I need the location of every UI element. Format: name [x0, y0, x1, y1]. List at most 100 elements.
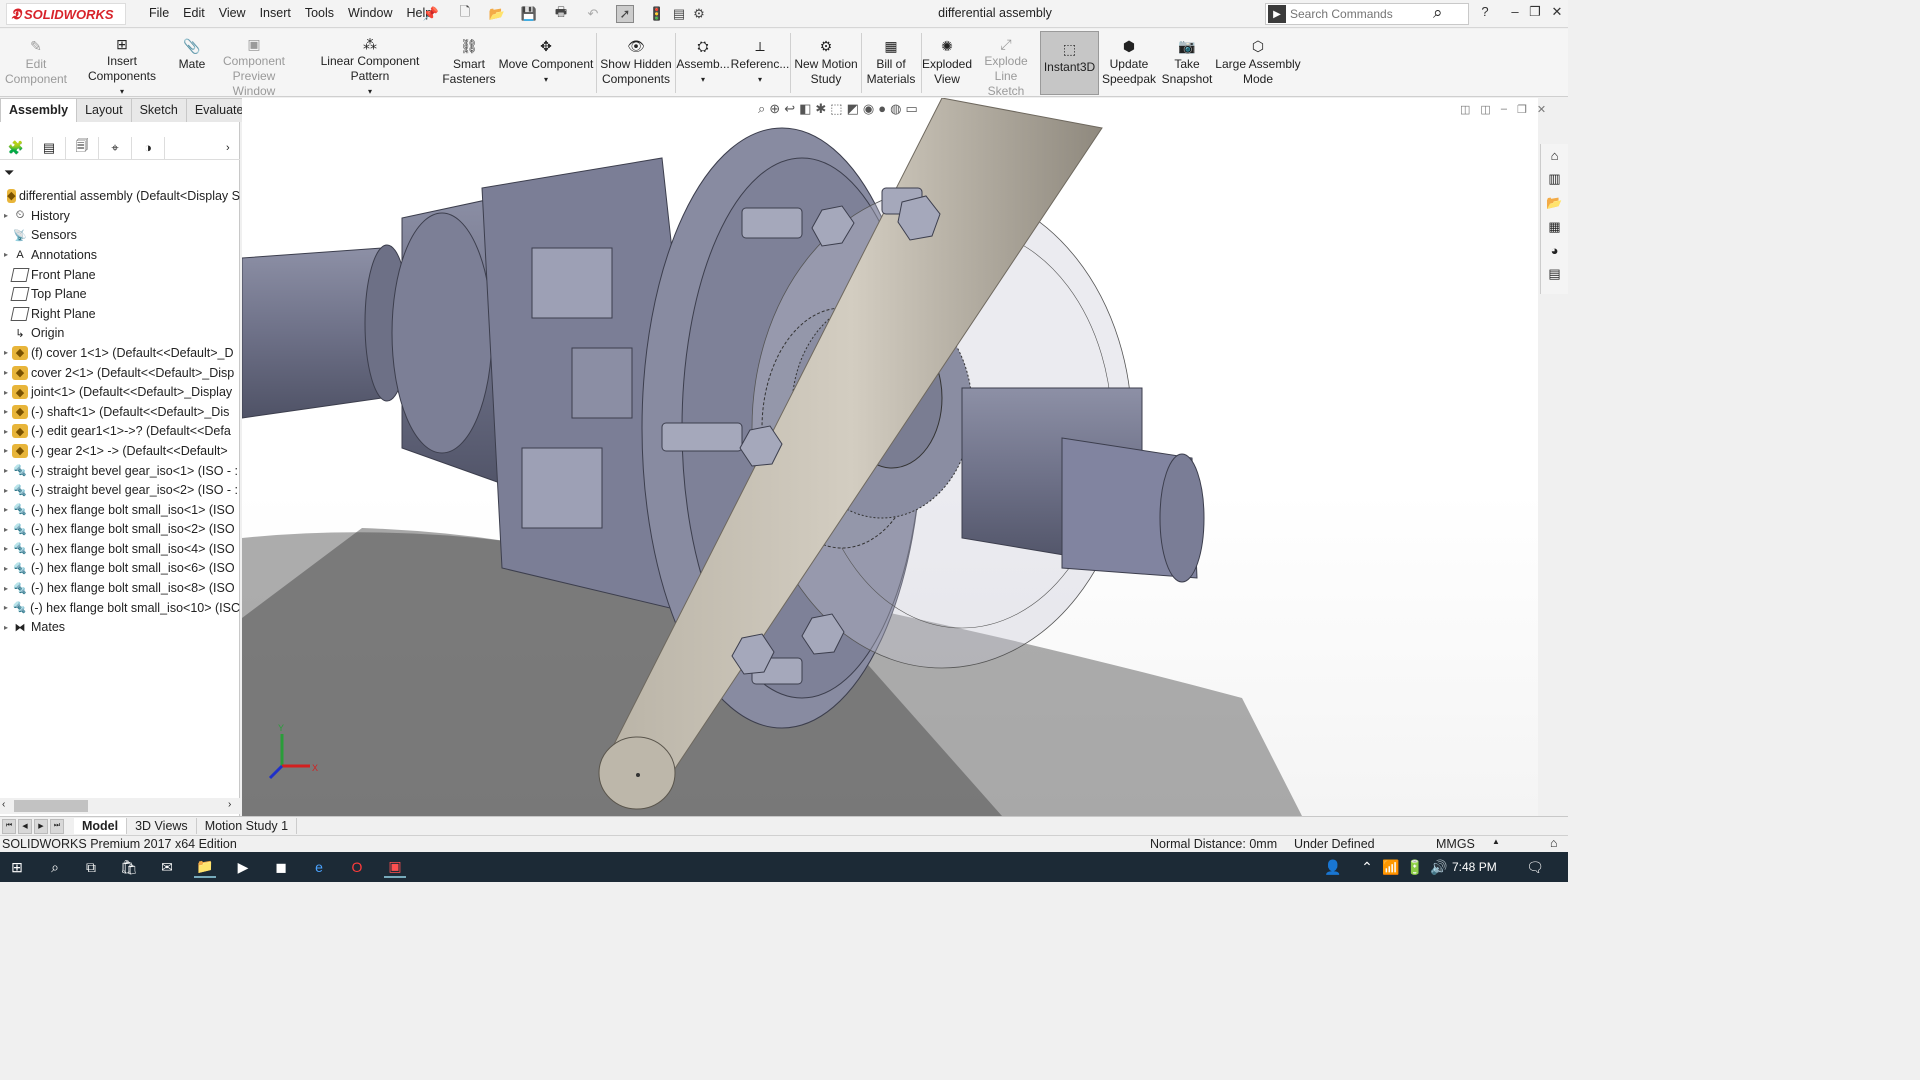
tab-layout[interactable]: Layout	[76, 98, 132, 122]
notifications-icon[interactable]: 🗨	[1524, 856, 1546, 878]
restore-icon[interactable]: ❐	[1524, 4, 1546, 24]
tree-item[interactable]: ▸ 🔩 (-) hex flange bolt small_iso<10> (ISC	[0, 598, 240, 618]
tree-item[interactable]: 📡 Sensors	[0, 226, 240, 246]
view-palette-icon[interactable]: ▦	[1548, 219, 1560, 235]
edit-component-button[interactable]: ✎ Edit Component	[4, 29, 68, 97]
assembly-features-button[interactable]: ⛭ Assemb... ▾	[676, 29, 730, 97]
design-library-icon[interactable]: ▥	[1548, 171, 1560, 187]
scroll-right-icon[interactable]: ›	[228, 799, 231, 810]
tab-assembly[interactable]: Assembly	[0, 98, 78, 122]
show-hidden-button[interactable]: 👁 Show Hidden Components	[598, 29, 674, 97]
minimize-icon[interactable]: –	[1504, 4, 1526, 24]
tree-item[interactable]: ▸ ◆ (-) edit gear1<1>->? (Default<<Defa	[0, 422, 240, 442]
tree-item[interactable]: Right Plane	[0, 304, 240, 324]
select-icon[interactable]: ➚	[616, 5, 634, 23]
tile-left-icon[interactable]: ◫	[1460, 103, 1470, 116]
tree-item[interactable]: ▸ ⏲ History	[0, 206, 240, 226]
dimxpert-icon[interactable]: ⌖	[99, 136, 132, 159]
last-tab-icon[interactable]: ⏭	[50, 818, 64, 834]
open-document-icon[interactable]: 📂	[488, 5, 506, 23]
expand-arrow-icon[interactable]: ▸	[0, 211, 12, 220]
smart-fasteners-button[interactable]: ⛓ Smart Fasteners	[440, 29, 498, 97]
solidworks-logo[interactable]: 𝕯 SOLIDWORKS	[6, 3, 126, 25]
close-icon[interactable]: ✕	[1546, 4, 1568, 24]
expand-arrow-icon[interactable]: ▸	[0, 623, 12, 632]
tab-sketch[interactable]: Sketch	[130, 98, 187, 122]
graphics-viewport[interactable]: Y X	[242, 98, 1538, 816]
file-explorer-icon[interactable]: 📂	[1546, 195, 1562, 211]
tree-item[interactable]: ▸ 🔩 (-) hex flange bolt small_iso<4> (ISO	[0, 539, 240, 559]
tree-item[interactable]: ▸ 🔩 (-) hex flange bolt small_iso<6> (ISO	[0, 559, 240, 579]
expand-arrow-icon[interactable]: ▸	[0, 368, 12, 377]
menu-window[interactable]: Window	[341, 6, 399, 20]
tree-item[interactable]: ▸ 🔩 (-) straight bevel gear_iso<2> (ISO - …	[0, 480, 240, 500]
chevron-up-icon[interactable]: ▲	[1492, 837, 1500, 846]
taskbar-clock[interactable]: 7:48 PM	[1452, 860, 1497, 874]
next-tab-icon[interactable]: ▶	[34, 818, 48, 834]
search-icon[interactable]: ⌕	[1433, 3, 1443, 23]
wifi-icon[interactable]: 📶	[1380, 856, 1402, 878]
menu-edit[interactable]: Edit	[176, 6, 212, 20]
tree-item[interactable]: ▸ ◆ cover 2<1> (Default<<Default>_Disp	[0, 363, 240, 383]
explode-line-sketch-button[interactable]: ⤢ Explode Line Sketch	[976, 29, 1036, 99]
tree-item[interactable]: Top Plane	[0, 284, 240, 304]
exploded-view-button[interactable]: ✺ Exploded View	[920, 29, 974, 97]
expand-arrow-icon[interactable]: ▸	[0, 466, 12, 475]
expand-arrow-icon[interactable]: ▸	[0, 584, 12, 593]
battery-icon[interactable]: 🔋	[1404, 856, 1426, 878]
tree-item[interactable]: ▸ ⧓ Mates	[0, 617, 240, 637]
insert-components-button[interactable]: ⊞ Insert Components ▾	[72, 29, 172, 97]
task-view-icon[interactable]: ⧉	[80, 856, 102, 878]
edit-appearance-icon[interactable]: ●	[878, 101, 886, 117]
tree-item[interactable]: ▸ ◆ joint<1> (Default<<Default>_Display	[0, 382, 240, 402]
menu-file[interactable]: File	[142, 6, 176, 20]
display-manager-icon[interactable]: ◑	[132, 136, 165, 159]
apply-scene-icon[interactable]: ◍	[890, 101, 901, 117]
update-speedpak-button[interactable]: ⬢ Update Speedpak	[1100, 29, 1158, 97]
file-explorer-icon[interactable]: 📁	[194, 856, 216, 878]
tree-item[interactable]: ▸ ◆ (f) cover 1<1> (Default<<Default>_D	[0, 343, 240, 363]
tab-motion-study-1[interactable]: Motion Study 1	[197, 818, 298, 834]
display-style-icon[interactable]: ◩	[847, 101, 859, 117]
viewport-close-icon[interactable]: ✕	[1537, 103, 1546, 116]
tab-model[interactable]: Model	[74, 818, 128, 834]
new-document-icon[interactable]: 🗋	[456, 4, 474, 23]
linear-pattern-button[interactable]: ⁂ Linear Component Pattern ▾	[300, 29, 440, 97]
expand-arrow-icon[interactable]: ▸	[0, 427, 12, 436]
expand-arrow-icon[interactable]: ▸	[0, 603, 12, 612]
first-tab-icon[interactable]: ⏮	[2, 818, 16, 834]
appearances-icon[interactable]: ◕	[1551, 243, 1559, 258]
large-assembly-mode-button[interactable]: ⬡ Large Assembly Mode	[1214, 29, 1302, 97]
expand-arrow-icon[interactable]: ▸	[0, 446, 12, 455]
tile-right-icon[interactable]: ◫	[1480, 103, 1490, 116]
feature-manager-tree-icon[interactable]: 🧩	[0, 136, 33, 159]
search-input[interactable]	[1290, 7, 1430, 21]
zoom-to-area-icon[interactable]: ⊕	[769, 101, 780, 117]
expand-arrow-icon[interactable]: ▸	[0, 505, 12, 514]
print-icon[interactable]: 🖶	[552, 4, 570, 23]
save-icon[interactable]: 💾	[520, 5, 538, 23]
volume-icon[interactable]: 🔊	[1428, 856, 1450, 878]
tree-item[interactable]: ▸ 🔩 (-) hex flange bolt small_iso<2> (ISO	[0, 520, 240, 540]
tree-item[interactable]: ▸ ◆ (-) gear 2<1> -> (Default<<Default>	[0, 441, 240, 461]
instant3d-button[interactable]: ⬚ Instant3D	[1040, 31, 1099, 95]
property-manager-icon[interactable]: ▤	[33, 136, 66, 159]
undo-icon[interactable]: ↶	[584, 5, 602, 23]
horizontal-scrollbar[interactable]: ‹ ›	[0, 798, 240, 814]
file-properties-icon[interactable]: ▤	[670, 5, 688, 23]
chevron-right-icon[interactable]: ›	[226, 142, 240, 154]
expand-arrow-icon[interactable]: ▸	[0, 544, 12, 553]
viewport-minimize-icon[interactable]: –	[1501, 103, 1507, 116]
expand-arrow-icon[interactable]: ▸	[0, 407, 12, 416]
mail-icon[interactable]: ✉	[156, 856, 178, 878]
view-orientation-icon[interactable]: ⬚	[830, 101, 842, 117]
menu-tools[interactable]: Tools	[298, 6, 341, 20]
tree-item[interactable]: ▸ A Annotations	[0, 245, 240, 265]
configuration-manager-icon[interactable]: 🗐	[66, 136, 99, 159]
search-icon[interactable]: ⌕	[44, 856, 66, 878]
expand-arrow-icon[interactable]: ▸	[0, 564, 12, 573]
solidworks-taskbar-icon[interactable]: ▣	[384, 856, 406, 878]
tree-item[interactable]: ▸ 🔩 (-) hex flange bolt small_iso<1> (ISO	[0, 500, 240, 520]
new-motion-study-button[interactable]: ⚙ New Motion Study	[792, 29, 860, 97]
opera-icon[interactable]: O	[346, 856, 368, 878]
